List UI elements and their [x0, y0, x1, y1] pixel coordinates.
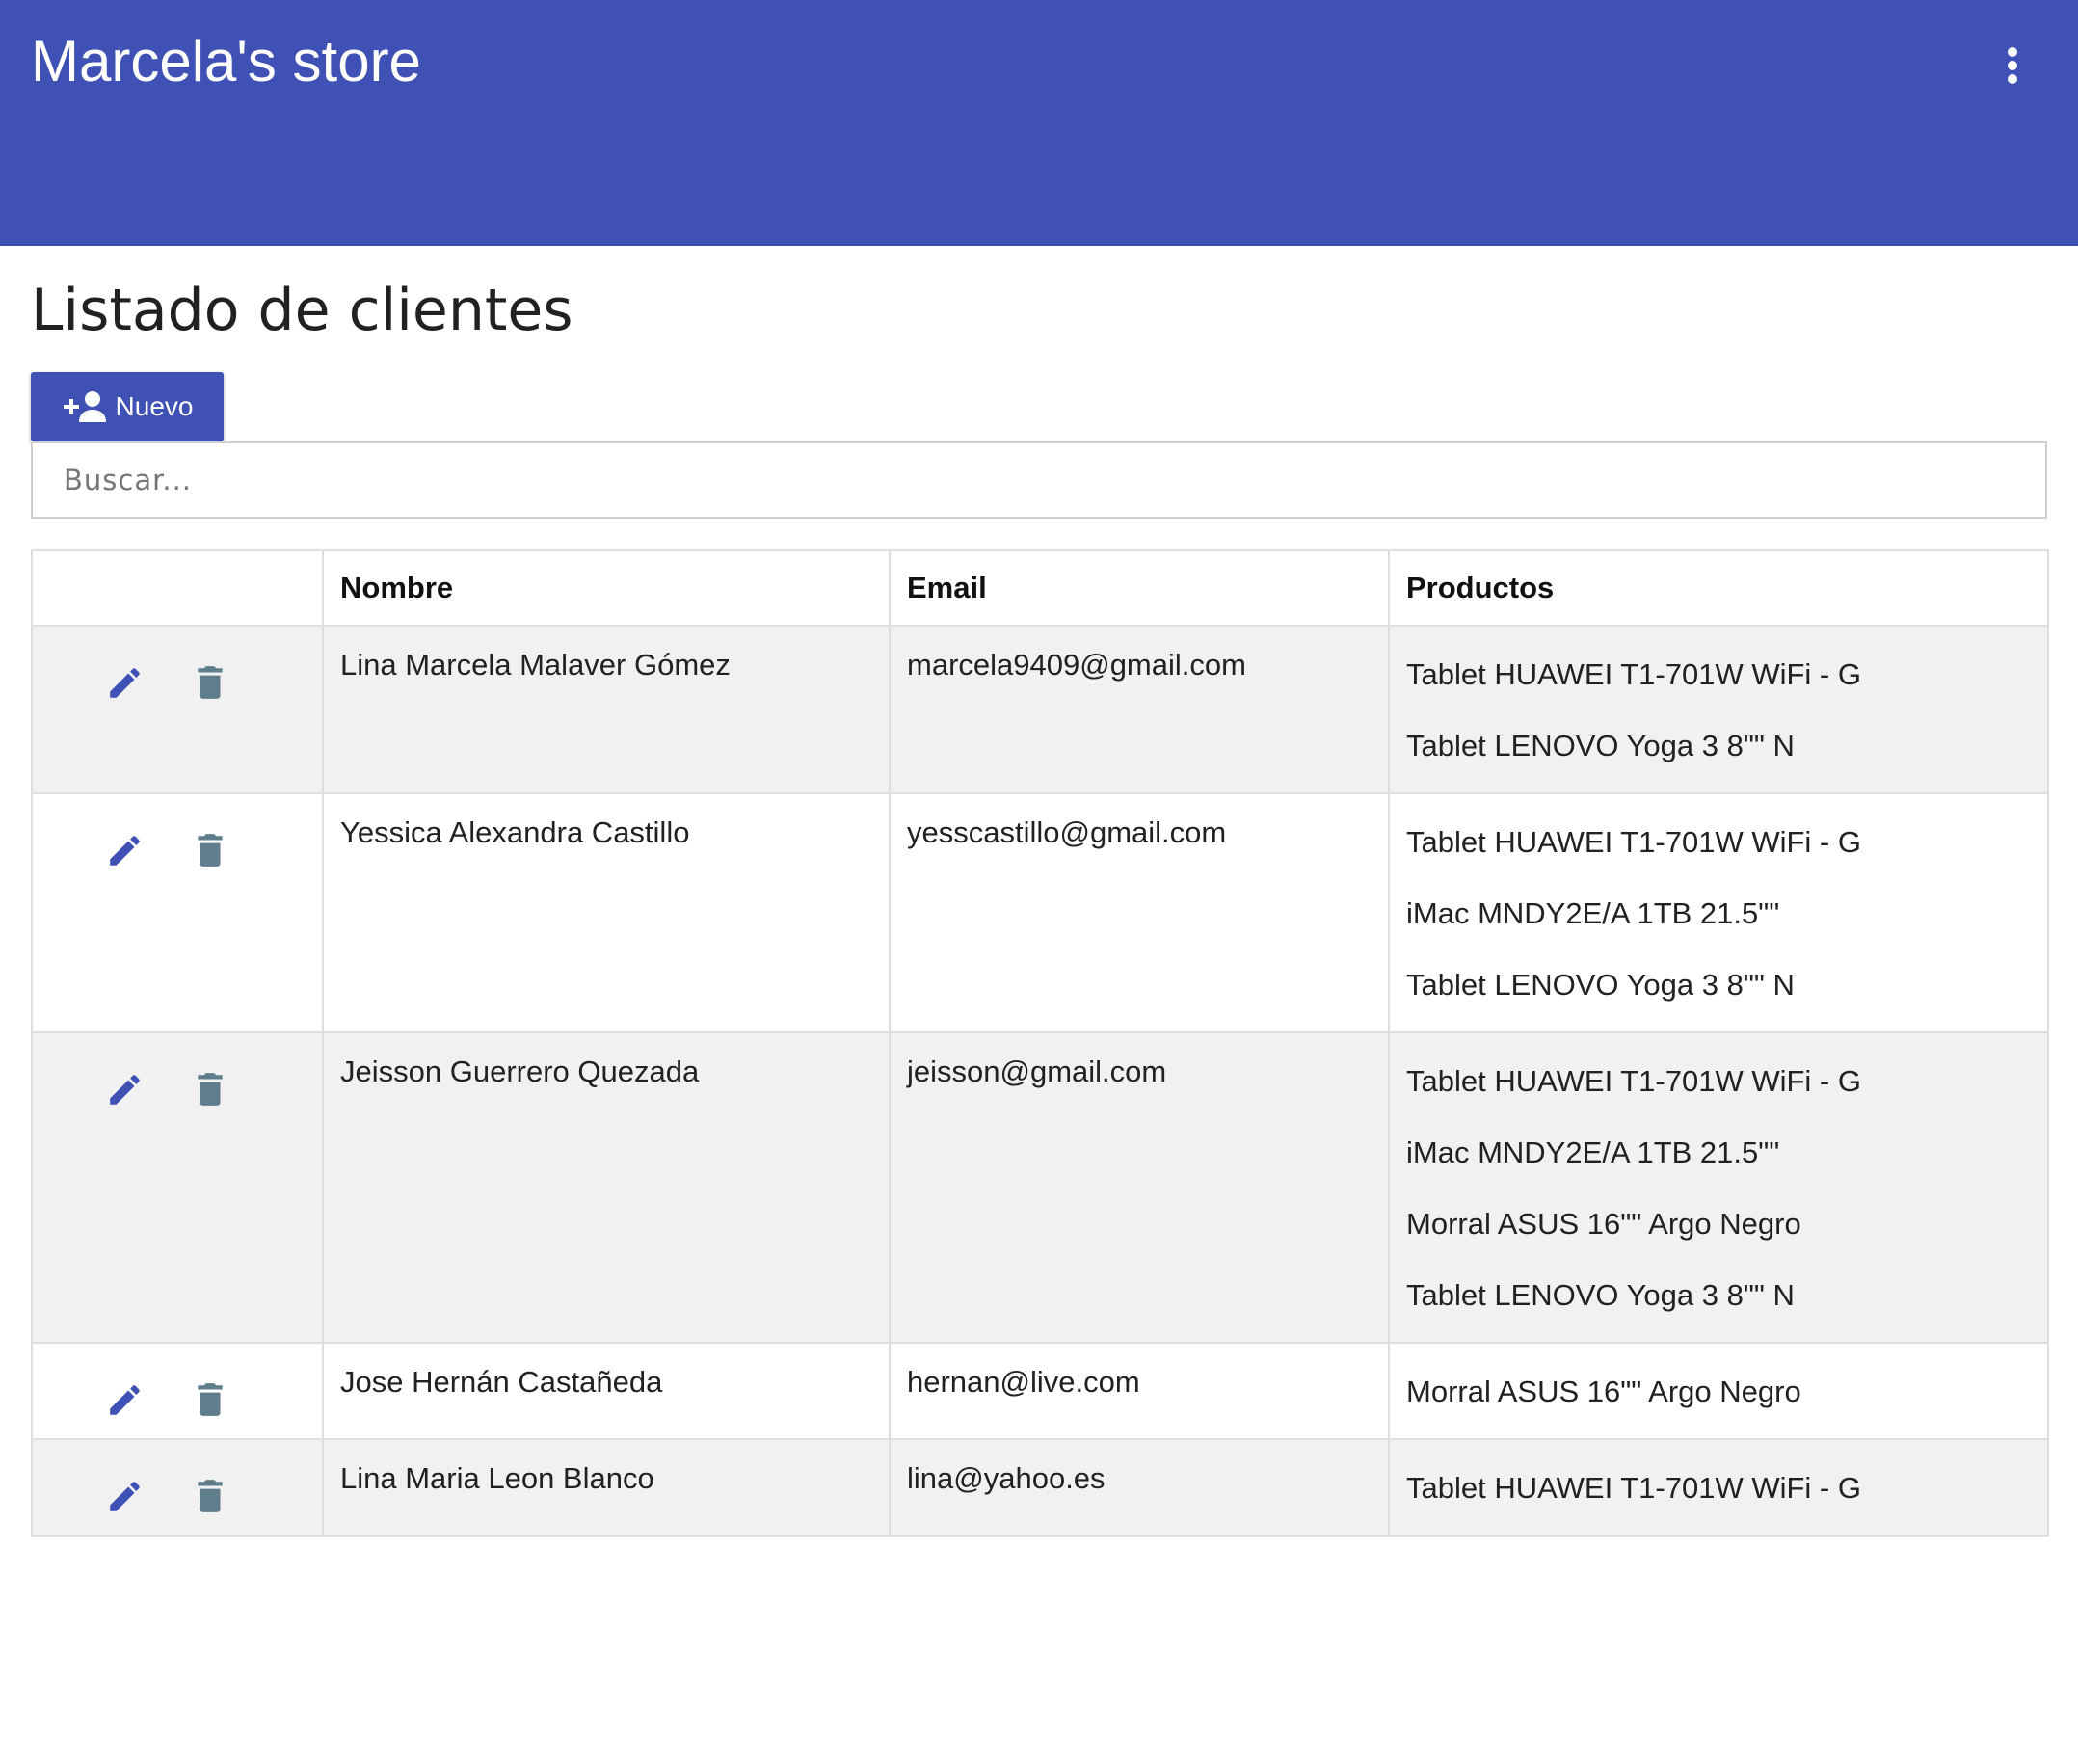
delete-button[interactable]	[187, 1066, 233, 1112]
delete-button[interactable]	[187, 659, 233, 706]
client-email-cell: hernan@live.com	[889, 1342, 1390, 1440]
column-header-actions	[31, 549, 324, 627]
page-title: Listado de clientes	[31, 277, 573, 344]
clients-table-container: Nombre Email Productos Lina Marcela Mala…	[31, 549, 2049, 1537]
client-name-cell: Lina Marcela Malaver Gómez	[322, 625, 891, 794]
product-item: Morral ASUS 16"" Argo Negro	[1406, 1207, 1801, 1241]
edit-button[interactable]	[102, 827, 148, 873]
edit-pencil-icon	[110, 668, 140, 698]
delete-trash-icon	[198, 666, 223, 699]
row-actions	[49, 1033, 306, 1112]
edit-pencil-icon	[110, 836, 140, 866]
row-actions	[49, 1440, 306, 1519]
clients-table: Nombre Email Productos Lina Marcela Mala…	[31, 549, 2049, 1537]
client-products-cell: Tablet HUAWEI T1-701W WiFi - G iMac MNDY2…	[1388, 792, 2049, 1033]
client-name-cell: Jose Hernán Castañeda	[322, 1342, 891, 1440]
client-email-cell: yesscastillo@gmail.com	[889, 792, 1390, 1033]
edit-button[interactable]	[102, 1473, 148, 1519]
product-item: Tablet HUAWEI T1-701W WiFi - G	[1406, 825, 1861, 859]
edit-button[interactable]	[102, 1376, 148, 1423]
delete-trash-icon	[198, 834, 223, 867]
client-name-cell: Lina Maria Leon Blanco	[322, 1438, 891, 1537]
row-actions-cell	[31, 1342, 324, 1440]
more-menu-button[interactable]	[1985, 39, 2039, 93]
client-products-cell: Tablet HUAWEI T1-701W WiFi - G iMac MNDY2…	[1388, 1031, 2049, 1344]
delete-trash-icon	[198, 1480, 223, 1512]
row-actions-cell	[31, 1031, 324, 1344]
edit-button[interactable]	[102, 659, 148, 706]
client-products-cell: Morral ASUS 16"" Argo Negro	[1388, 1342, 2049, 1440]
row-actions-cell	[31, 1438, 324, 1537]
client-products-cell: Tablet HUAWEI T1-701W WiFi - G	[1388, 1438, 2049, 1537]
edit-pencil-icon	[110, 1385, 140, 1415]
product-item: iMac MNDY2E/A 1TB 21.5""	[1406, 896, 1780, 930]
client-email-cell: jeisson@gmail.com	[889, 1031, 1390, 1344]
column-header-name[interactable]: Nombre	[322, 549, 891, 627]
table-row: Yessica Alexandra Castillo yesscastillo@g…	[31, 792, 2049, 1033]
app-bar: Marcela's store	[0, 0, 2078, 246]
new-client-button-label: Nuevo	[115, 391, 194, 421]
table-row: Lina Marcela Malaver Gómez marcela9409@gm…	[31, 625, 2049, 794]
client-name-cell: Yessica Alexandra Castillo	[322, 792, 891, 1033]
table-row: Lina Maria Leon Blanco lina@yahoo.es Table…	[31, 1438, 2049, 1537]
column-header-products[interactable]: Productos	[1388, 549, 2049, 627]
table-row: Jeisson Guerrero Quezada jeisson@gmail.co…	[31, 1031, 2049, 1344]
product-item: Tablet LENOVO Yoga 3 8"" N	[1406, 1278, 1795, 1312]
product-item: Tablet HUAWEI T1-701W WiFi - G	[1406, 1471, 1861, 1505]
client-name-cell: Jeisson Guerrero Quezada	[322, 1031, 891, 1344]
row-actions	[49, 627, 306, 706]
search-input[interactable]	[31, 441, 2047, 519]
client-email-cell: marcela9409@gmail.com	[889, 625, 1390, 794]
app-title: Marcela's store	[31, 29, 421, 94]
client-products-cell: Tablet HUAWEI T1-701W WiFi - G Tablet LEN…	[1388, 625, 2049, 794]
row-actions	[49, 1344, 306, 1423]
delete-trash-icon	[198, 1073, 223, 1106]
person-add-icon	[63, 391, 106, 422]
delete-trash-icon	[198, 1383, 223, 1416]
product-item: Tablet LENOVO Yoga 3 8"" N	[1406, 729, 1795, 762]
delete-button[interactable]	[187, 827, 233, 873]
edit-pencil-icon	[110, 1482, 140, 1511]
product-item: Morral ASUS 16"" Argo Negro	[1406, 1375, 1801, 1408]
row-actions	[49, 794, 306, 873]
edit-button[interactable]	[102, 1066, 148, 1112]
delete-button[interactable]	[187, 1473, 233, 1519]
product-item: Tablet LENOVO Yoga 3 8"" N	[1406, 968, 1795, 1002]
more-vert-icon	[2008, 47, 2017, 84]
delete-button[interactable]	[187, 1376, 233, 1423]
row-actions-cell	[31, 792, 324, 1033]
client-email-cell: lina@yahoo.es	[889, 1438, 1390, 1537]
column-header-email[interactable]: Email	[889, 549, 1390, 627]
table-body: Lina Marcela Malaver Gómez marcela9409@gm…	[31, 625, 2049, 1537]
product-item: iMac MNDY2E/A 1TB 21.5""	[1406, 1136, 1780, 1169]
new-client-button[interactable]: Nuevo	[31, 372, 224, 441]
product-item: Tablet HUAWEI T1-701W WiFi - G	[1406, 1064, 1861, 1098]
table-row: Jose Hernán Castañeda hernan@live.com Morr…	[31, 1342, 2049, 1440]
table-header-row: Nombre Email Productos	[31, 549, 2049, 627]
row-actions-cell	[31, 625, 324, 794]
product-item: Tablet HUAWEI T1-701W WiFi - G	[1406, 657, 1861, 691]
edit-pencil-icon	[110, 1075, 140, 1105]
